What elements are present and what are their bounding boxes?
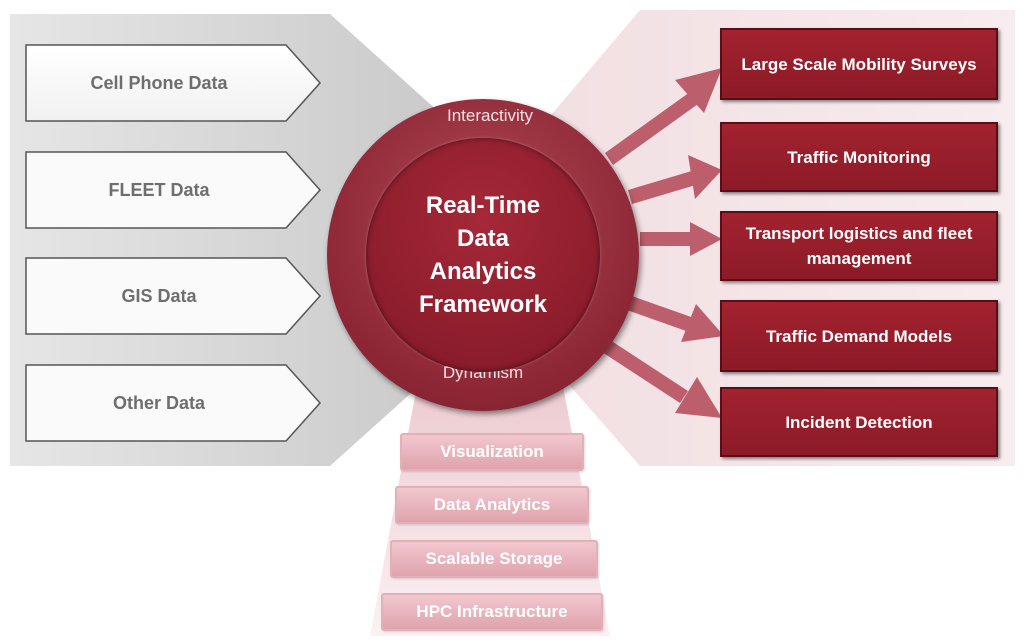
output-incident-detection: Incident Detection bbox=[720, 387, 998, 457]
stack-data-analytics: Data Analytics bbox=[395, 486, 589, 524]
input-label: FLEET Data bbox=[108, 179, 210, 200]
stack-visualization: Visualization bbox=[400, 433, 584, 471]
input-label: Cell Phone Data bbox=[90, 72, 228, 93]
stack-hpc-infrastructure: HPC Infrastructure bbox=[381, 593, 603, 631]
framework-title: Real-Time Data Analytics Framework bbox=[418, 192, 548, 318]
input-label: GIS Data bbox=[121, 285, 197, 306]
input-label: Other Data bbox=[112, 392, 206, 413]
framework-core: Real-Time Data Analytics Framework bbox=[366, 138, 600, 372]
input-other-data: Other Data bbox=[24, 363, 324, 443]
output-mobility-surveys: Large Scale Mobility Surveys bbox=[720, 28, 998, 100]
interactivity-label: Interactivity bbox=[447, 106, 533, 125]
input-gis-data: GIS Data bbox=[24, 256, 324, 336]
input-fleet-data: FLEET Data bbox=[24, 150, 324, 230]
output-traffic-monitoring: Traffic Monitoring bbox=[720, 122, 998, 192]
input-cell-phone-data: Cell Phone Data bbox=[24, 43, 324, 123]
output-transport-logistics: Transport logistics and fleet management bbox=[720, 211, 998, 281]
output-traffic-demand-models: Traffic Demand Models bbox=[720, 300, 998, 372]
stack-scalable-storage: Scalable Storage bbox=[390, 540, 598, 578]
